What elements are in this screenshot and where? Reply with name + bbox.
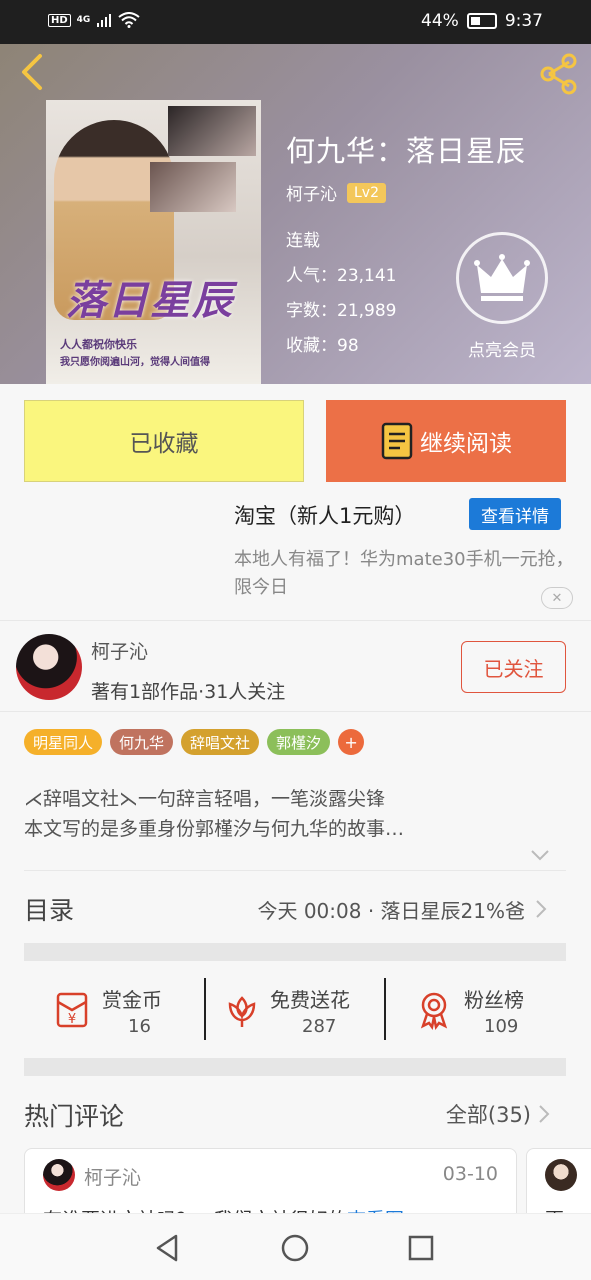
favorited-button[interactable]: 已收藏 — [24, 400, 304, 482]
divider — [384, 978, 386, 1040]
ad-title[interactable]: 淘宝（新人1元购） — [234, 500, 415, 530]
system-nav-bar — [0, 1213, 591, 1280]
commenter-name[interactable]: 柯子沁 — [84, 1163, 141, 1190]
back-arrow-icon[interactable] — [14, 52, 50, 92]
wifi-icon — [118, 12, 140, 28]
tag-item[interactable]: 何九华 — [110, 729, 174, 755]
divider — [0, 711, 591, 712]
tag-item[interactable]: 明星同人 — [24, 729, 103, 755]
divider — [0, 620, 591, 621]
toc-latest-chapter[interactable]: 今天 00:08 · 落日星辰21%爸 — [257, 895, 525, 924]
flowers-value: 287 — [302, 1016, 337, 1037]
fan-ranking[interactable]: 粉丝榜 109 — [414, 978, 544, 1042]
continue-reading-label: 继续阅读 — [420, 431, 512, 457]
flower-icon — [228, 996, 256, 1027]
fans-value: 109 — [484, 1016, 519, 1037]
svg-text:¥: ¥ — [68, 1012, 76, 1027]
follow-button[interactable]: 已关注 — [461, 641, 566, 693]
favorites-count: 收藏：98 — [286, 336, 359, 356]
network-type: 4G — [76, 15, 91, 25]
commenter-avatar[interactable] — [545, 1159, 577, 1191]
book-header: 落日星辰 人人都祝你快乐 我只愿你阅遍山河，觉得人间值得 何九华：落日星辰 柯子… — [0, 44, 591, 384]
medal-icon — [420, 992, 448, 1030]
reward-label: 赏金币 — [102, 988, 162, 1012]
section-separator — [24, 1058, 566, 1076]
ad-description[interactable]: 本地人有福了！华为mate30手机一元抢，限今日 — [234, 546, 574, 602]
battery-percent: 44% — [421, 11, 459, 31]
status-bar: HD 4G 44% 9:37 — [0, 0, 591, 44]
commenter-avatar[interactable] — [43, 1159, 75, 1191]
all-comments-link[interactable]: 全部(35) — [446, 1099, 531, 1129]
popularity-count: 人气：23,141 — [286, 266, 397, 286]
synopsis-line: 本文写的是多重身份郭槿汐与何九华的故事… — [24, 818, 405, 840]
continue-reading-button[interactable]: 继续阅读 — [326, 400, 566, 482]
flowers-label: 免费送花 — [270, 988, 350, 1012]
toc-title[interactable]: 目录 — [24, 891, 74, 927]
book-author[interactable]: 柯子沁 — [286, 180, 337, 205]
ad-details-button[interactable]: 查看详情 — [469, 498, 561, 530]
ad-close-icon[interactable]: ✕ — [541, 587, 573, 609]
nav-recent-icon[interactable] — [405, 1232, 437, 1264]
author-avatar[interactable] — [16, 634, 82, 700]
nav-home-icon[interactable] — [279, 1232, 311, 1264]
red-envelope-icon: ¥ — [56, 992, 88, 1028]
cover-title: 落日星辰 — [66, 277, 234, 324]
tag-list: 明星同人 何九华 辞唱文社 郭槿汐 + — [24, 729, 365, 755]
fans-label: 粉丝榜 — [464, 988, 524, 1012]
nav-back-icon[interactable] — [152, 1232, 184, 1264]
chevron-down-icon[interactable] — [529, 846, 551, 864]
clock: 9:37 — [504, 11, 543, 31]
cover-photo — [168, 106, 256, 156]
divider — [24, 870, 566, 871]
section-separator — [24, 943, 566, 961]
book-title: 何九华：落日星辰 — [286, 134, 527, 168]
add-tag-button[interactable]: + — [338, 729, 365, 755]
book-author-row[interactable]: 柯子沁 Lv2 — [286, 180, 386, 205]
vip-label[interactable]: 点亮会员 — [446, 336, 558, 361]
share-icon[interactable] — [537, 52, 581, 96]
reward-value: 16 — [128, 1016, 151, 1037]
tag-item[interactable]: 郭槿汐 — [267, 729, 331, 755]
hd-indicator: HD — [48, 13, 71, 27]
cover-photo — [150, 162, 236, 212]
divider — [204, 978, 206, 1040]
book-icon — [381, 422, 413, 460]
vip-button[interactable] — [456, 232, 548, 324]
cover-tagline: 我只愿你阅遍山河，觉得人间值得 — [60, 357, 210, 368]
comment-date: 03-10 — [442, 1163, 498, 1185]
comments-title: 热门评论 — [24, 1102, 125, 1131]
level-badge: Lv2 — [347, 182, 386, 203]
reward-coins[interactable]: ¥ 赏金币 16 — [52, 978, 182, 1042]
author-name[interactable]: 柯子沁 — [91, 637, 148, 664]
battery-icon — [466, 13, 497, 29]
book-cover[interactable]: 落日星辰 人人都祝你快乐 我只愿你阅遍山河，觉得人间值得 — [46, 100, 261, 384]
synopsis[interactable]: ⋌辞唱文社⋋一句辞言轻唱，一笔淡露尖锋 本文写的是多重身份郭槿汐与何九华的故事… — [24, 784, 404, 844]
synopsis-line: ⋌辞唱文社⋋一句辞言轻唱，一笔淡露尖锋 — [24, 788, 386, 810]
crown-icon — [474, 254, 530, 301]
chevron-right-icon[interactable] — [534, 898, 548, 920]
word-count: 字数：21,989 — [286, 301, 397, 321]
tag-item[interactable]: 辞唱文社 — [181, 729, 260, 755]
signal-icon — [97, 14, 112, 27]
free-flowers[interactable]: 免费送花 287 — [222, 978, 372, 1042]
serial-status: 连载 — [286, 231, 320, 251]
author-meta: 著有1部作品·31人关注 — [91, 681, 286, 703]
chevron-right-icon[interactable] — [537, 1103, 551, 1125]
cover-tagline: 人人都祝你快乐 — [60, 338, 137, 351]
